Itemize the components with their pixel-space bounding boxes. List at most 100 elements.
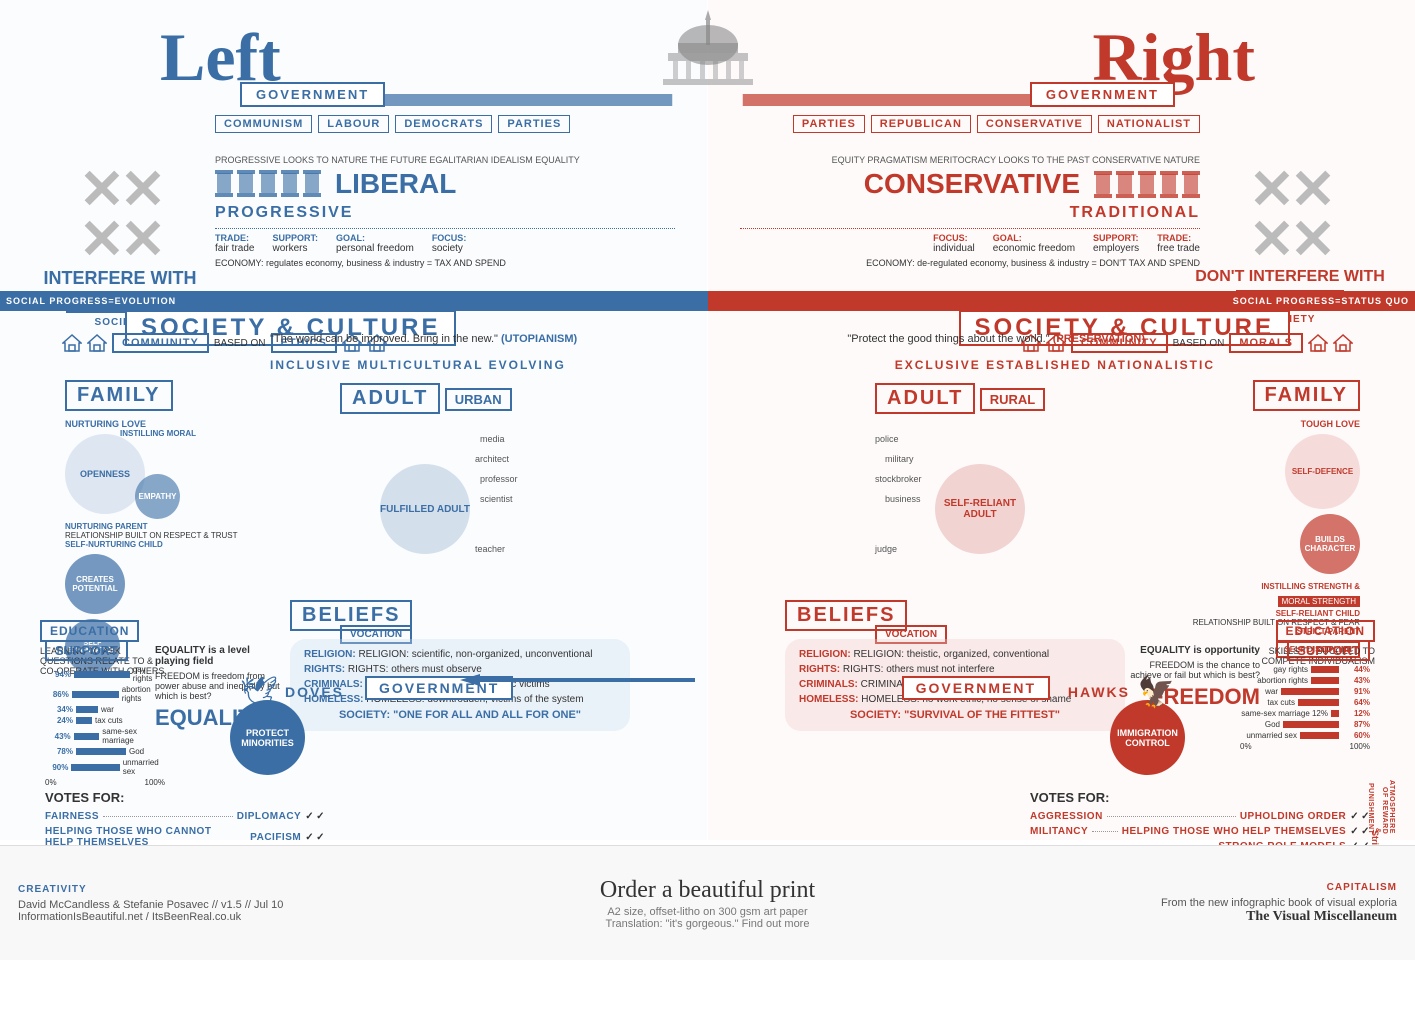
party-conservative: CONSERVATIVE: [977, 115, 1092, 133]
left-goal: GOAL: personal freedom: [336, 233, 414, 254]
right-based-on: BASED ON: [1173, 338, 1225, 349]
right-beliefs-section: BELIEFS RELIGION: RELIGION: theistic, or…: [785, 600, 1125, 731]
immigration-control-btn: IMMIGRATION CONTROL: [1110, 700, 1185, 775]
right-support: SUPPORT: employers: [1093, 233, 1139, 254]
sp-right-text: SOCIAL PROGRESS=STATUS QUO: [1233, 296, 1409, 306]
vote-fairness: FAIRNESS DIPLOMACY ✓ ✓: [45, 811, 325, 822]
bar-unmarried-right: unmarried sex 60%: [1240, 731, 1370, 740]
doves-label: DOVES: [285, 684, 344, 700]
right-ideology-block: EQUITY PRAGMATISM MERITOCRACY LOOKS TO T…: [740, 155, 1200, 268]
conservative-label: CONSERVATIVE: [864, 168, 1080, 200]
right-quote: "Protect the good things about the world…: [745, 333, 1145, 345]
left-adult-header: ADULT: [340, 383, 440, 414]
right-government-banner: GOVERNMENT: [1030, 82, 1175, 107]
bar-war-right: war 91%: [1240, 687, 1370, 696]
right-x-marks2: ✕✕: [1190, 215, 1390, 265]
book-text: From the new infographic book of visual …: [1113, 897, 1397, 909]
self-reliant-adult-circle: SELF-RELIANT ADULT: [935, 464, 1025, 554]
left-focus: FOCUS: society: [432, 233, 467, 254]
hawks-label: HAWKS: [1068, 684, 1130, 700]
print-sub1: A2 size, offset-litho on 300 gsm art pap…: [320, 906, 1095, 918]
liberal-label: LIBERAL: [335, 168, 456, 200]
print-title: Order a beautiful print: [320, 877, 1095, 904]
footer-left: CREATIVITY David McCandless & Stefanie P…: [0, 874, 320, 933]
footer-right: CAPITALISM From the new infographic book…: [1095, 872, 1415, 935]
bar-god-right: God 87%: [1240, 720, 1370, 729]
bar-war-left: 34% war: [45, 705, 165, 714]
progressive-label: PROGRESSIVE: [215, 204, 675, 222]
right-pillars: CONSERVATIVE: [740, 168, 1200, 200]
right-dont-interfere-text: DON'T INTERFERE WITH: [1190, 268, 1390, 286]
right-support-section: SUPPORT gay rights 44% abortion rights 4…: [1240, 640, 1370, 751]
left-tsf: TRADE: fair trade SUPPORT: workers GOAL:…: [215, 228, 675, 254]
bar-scale-right: 0%100%: [1240, 742, 1370, 751]
openness-bubble: OPENNESS: [65, 434, 145, 514]
book-title: The Visual Miscellaneum: [1113, 909, 1397, 925]
right-education-label: EDUCATION: [1276, 620, 1375, 642]
left-family-content: OPENNESS INSTILLING MORAL EMPATHY: [65, 434, 237, 514]
sp-left: SOCIAL PROGRESS=EVOLUTION: [0, 291, 708, 311]
self-defence-bubble: SELF-DEFENCE: [1285, 434, 1360, 509]
left-instilling-moral: INSTILLING MORAL: [120, 429, 196, 438]
right-religion: RELIGION: RELIGION: theistic, organized,…: [799, 649, 1111, 660]
left-pillars: LIBERAL: [215, 168, 675, 200]
left-society-quote: SOCIETY: "ONE FOR ALL AND ALL FOR ONE": [304, 709, 616, 721]
capitol-icon: [648, 5, 768, 100]
party-democrats: DEMOCRATS: [395, 115, 492, 133]
left-economy: ECONOMY: regulates economy, business & i…: [215, 258, 675, 268]
right-jobs-area: SELF-RELIANT ADULT police military stock…: [875, 424, 1075, 624]
left-trade: TRADE: fair trade: [215, 233, 254, 254]
protect-minorities-btn: PROTECT MINORITIES: [230, 700, 305, 775]
footer-center: Order a beautiful print A2 size, offset-…: [320, 877, 1095, 930]
hawk-icon: 🦅: [1138, 675, 1175, 710]
left-parties: COMMUNISM LABOUR DEMOCRATS PARTIES: [215, 115, 570, 133]
right-job-police: police: [875, 434, 899, 444]
party-labour: LABOUR: [318, 115, 389, 133]
left-government-banner: GOVERNMENT: [240, 82, 385, 107]
bar-samesex-left: 43% same-sex marriage: [45, 727, 165, 745]
left-support-label: SUPPORT: [45, 640, 128, 661]
bar-scale-left: 0%100%: [45, 778, 165, 787]
bar-abortion-left: 86% abortion rights: [45, 685, 165, 703]
bar-gay-right: gay rights 44%: [1240, 665, 1370, 674]
dove-icon: 🕊: [240, 675, 278, 710]
left-votes-title: VOTES FOR:: [45, 790, 325, 805]
bar-gay-left: 94% gay rights: [45, 665, 165, 683]
right-culture-tags: EXCLUSIVE ESTABLISHED NATIONALISTIC: [895, 358, 1215, 372]
right-vote-aggression: AGGRESSION UPHOLDING ORDER ✓ ✓: [1030, 811, 1370, 822]
job-scientist: scientist: [480, 494, 513, 504]
rural-tag: RURAL: [980, 388, 1046, 411]
right-family-header: FAMILY: [1253, 380, 1361, 411]
left-family-details: NURTURING PARENT RELATIONSHIP BUILT ON R…: [65, 522, 237, 549]
left-x-marks2: ✕✕: [30, 215, 210, 265]
left-eq-title: EQUALITY is a level playing field: [155, 645, 285, 667]
creativity-label: CREATIVITY: [18, 884, 302, 895]
center-arrow-left: [460, 672, 695, 688]
social-progress-stripe: SOCIAL PROGRESS=EVOLUTION SOCIAL PROGRES…: [0, 291, 1415, 311]
atmosphere-label: ATMOSPHERE OF REWARD & PUNISHMENT: [1367, 780, 1395, 834]
empathy-bubble: EMPATHY: [135, 474, 180, 519]
capitalism-label: CAPITALISM: [1113, 882, 1397, 893]
sp-right: SOCIAL PROGRESS=STATUS QUO: [708, 291, 1415, 311]
right-job-military: military: [885, 454, 914, 464]
right-adult-header: ADULT: [875, 383, 975, 414]
bar-samesex-right: same-sex marriage 12% 12%: [1240, 709, 1370, 718]
right-job-business: business: [885, 494, 921, 504]
party-republican: REPUBLICAN: [871, 115, 971, 133]
right-tsf: FOCUS: individual GOAL: economic freedom…: [740, 228, 1200, 254]
left-quote: "The world can be improved. Bring in the…: [270, 333, 670, 345]
right-economy: ECONOMY: de-regulated economy, business …: [740, 258, 1200, 268]
right-focus: FOCUS: individual: [933, 233, 975, 254]
fulfilled-adult-circle: FULFILLED ADULT: [380, 464, 470, 554]
left-nurturing-love: NURTURING LOVE: [65, 419, 237, 429]
right-morals-tag: MORALS: [1229, 333, 1303, 353]
left-beliefs-header: BELIEFS: [290, 600, 412, 631]
right-vote-militancy: MILITANCY HELPING THOSE WHO HELP THEMSEL…: [1030, 826, 1370, 837]
left-culture-tags: INCLUSIVE MULTICULTURAL EVOLVING: [270, 358, 566, 372]
left-beliefs-section: BELIEFS RELIGION: RELIGION: scientific, …: [290, 600, 630, 731]
website-text: InformationIsBeautiful.net / ItsBeenReal…: [18, 911, 302, 923]
left-interfere-text: INTERFERE WITH: [30, 268, 210, 289]
job-media: media: [480, 434, 505, 444]
right-job-judge: judge: [875, 544, 897, 554]
right-society-quote: SOCIETY: "SURVIVAL OF THE FITTEST": [799, 709, 1111, 721]
